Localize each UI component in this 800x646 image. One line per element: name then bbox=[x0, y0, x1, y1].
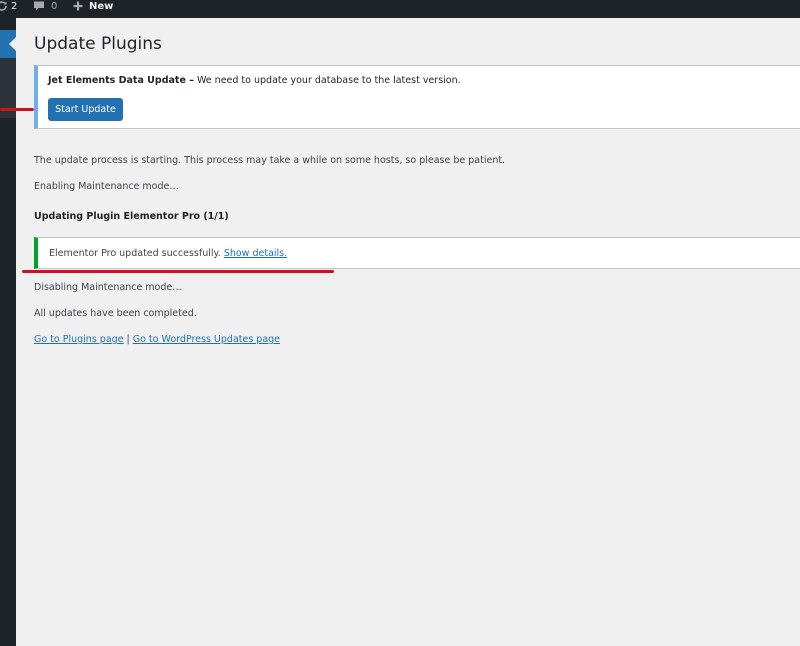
admin-bar-comments[interactable]: 0 bbox=[33, 0, 57, 18]
admin-bar-updates[interactable]: 2 bbox=[0, 0, 17, 18]
notice-message: Jet Elements Data Update – We need to up… bbox=[48, 75, 461, 86]
update-success-notice: Elementor Pro updated successfully. Show… bbox=[34, 237, 800, 269]
admin-sidebar bbox=[0, 18, 16, 646]
notice-body: We need to update your database to the l… bbox=[193, 75, 461, 86]
admin-bar-new[interactable]: New bbox=[72, 0, 113, 18]
notice-title: Jet Elements Data Update – bbox=[48, 75, 194, 86]
jet-elements-notice: Jet Elements Data Update – We need to up… bbox=[34, 65, 800, 129]
admin-bar: 2 0 New bbox=[0, 0, 800, 18]
updates-icon bbox=[0, 0, 8, 12]
link-separator: | bbox=[126, 334, 130, 345]
comments-count: 0 bbox=[51, 1, 58, 12]
start-update-button[interactable]: Start Update bbox=[48, 98, 123, 121]
updates-count: 2 bbox=[11, 1, 18, 12]
annotation-line-top bbox=[0, 108, 34, 111]
log-updating-heading: Updating Plugin Elementor Pro (1/1) bbox=[34, 211, 229, 222]
log-disabling-maintenance: Disabling Maintenance mode… bbox=[34, 282, 182, 293]
log-enabling-maintenance: Enabling Maintenance mode… bbox=[34, 181, 179, 192]
success-message: Elementor Pro updated successfully. Show… bbox=[49, 248, 287, 259]
plugins-page-link[interactable]: Go to Plugins page bbox=[34, 334, 124, 345]
success-text: Elementor Pro updated successfully. bbox=[49, 248, 221, 259]
show-details-link[interactable]: Show details. bbox=[224, 248, 287, 259]
new-label: New bbox=[89, 1, 114, 12]
annotation-line-bottom bbox=[22, 270, 334, 273]
log-starting: The update process is starting. This pro… bbox=[34, 155, 506, 166]
plus-icon bbox=[72, 0, 84, 12]
comment-icon bbox=[33, 0, 45, 12]
sidebar-current-arrow bbox=[9, 37, 16, 51]
footer-links: Go to Plugins page | Go to WordPress Updat… bbox=[34, 334, 280, 345]
log-completed: All updates have been completed. bbox=[34, 308, 197, 319]
page-title: Update Plugins bbox=[34, 34, 162, 54]
updates-page-link[interactable]: Go to WordPress Updates page bbox=[133, 334, 280, 345]
